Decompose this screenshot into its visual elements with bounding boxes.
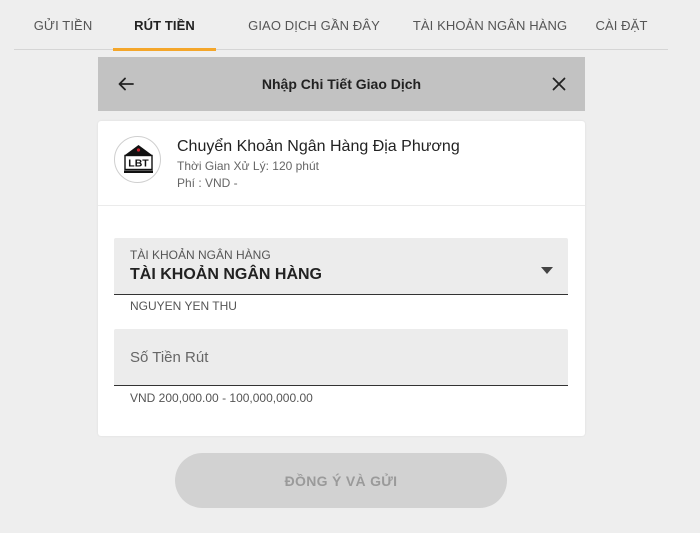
fee-info: Phí : VND - (177, 176, 238, 190)
modal-title: Nhập Chi Tiết Giao Dịch (261, 76, 422, 92)
withdraw-amount-input[interactable] (114, 329, 568, 385)
modal-header: Nhập Chi Tiết Giao Dịch (98, 57, 585, 111)
close-button[interactable] (545, 70, 573, 98)
caret-down-icon (541, 267, 553, 274)
bank-logo: LBT (114, 136, 161, 183)
payment-method-name: Chuyển Khoản Ngân Hàng Địa Phương (177, 138, 460, 155)
tab-withdraw[interactable]: RÚT TIỀN (113, 0, 216, 51)
close-icon (552, 77, 566, 91)
account-holder-name: NGUYEN YEN THU (130, 299, 237, 313)
top-tab-bar: GỬI TIỀN RÚT TIỀN GIAO DỊCH GẦN ĐÂY TÀI … (14, 0, 668, 51)
tab-recent-transactions[interactable]: GIAO DỊCH GẦN ĐÂY (228, 0, 400, 50)
bank-logo-icon: LBT (124, 145, 153, 173)
amount-range-hint: VND 200,000.00 - 100,000,000.00 (130, 391, 313, 405)
bank-account-selected-value: TÀI KHOẢN NGÂN HÀNG (130, 266, 322, 283)
bank-logo-text: LBT (128, 158, 149, 170)
bank-account-label: TÀI KHOẢN NGÂN HÀNG (130, 248, 271, 262)
back-button[interactable] (112, 70, 140, 98)
withdraw-amount-field[interactable] (114, 329, 568, 386)
processing-time: Thời Gian Xử Lý: 120 phút (177, 159, 319, 173)
payment-method-summary: LBT Chuyển Khoản Ngân Hàng Địa Phương Th… (98, 121, 585, 206)
bank-account-select[interactable]: TÀI KHOẢN NGÂN HÀNG TÀI KHOẢN NGÂN HÀNG (114, 238, 568, 295)
transaction-form-card: LBT Chuyển Khoản Ngân Hàng Địa Phương Th… (98, 121, 585, 436)
agree-and-submit-button[interactable]: ĐỒNG Ý VÀ GỬI (175, 453, 507, 508)
tab-bank-accounts[interactable]: TÀI KHOẢN NGÂN HÀNG (397, 0, 583, 50)
tab-deposit[interactable]: GỬI TIỀN (22, 0, 104, 50)
tab-settings[interactable]: CÀI ĐẶT (585, 0, 658, 50)
arrow-left-icon (118, 77, 134, 91)
